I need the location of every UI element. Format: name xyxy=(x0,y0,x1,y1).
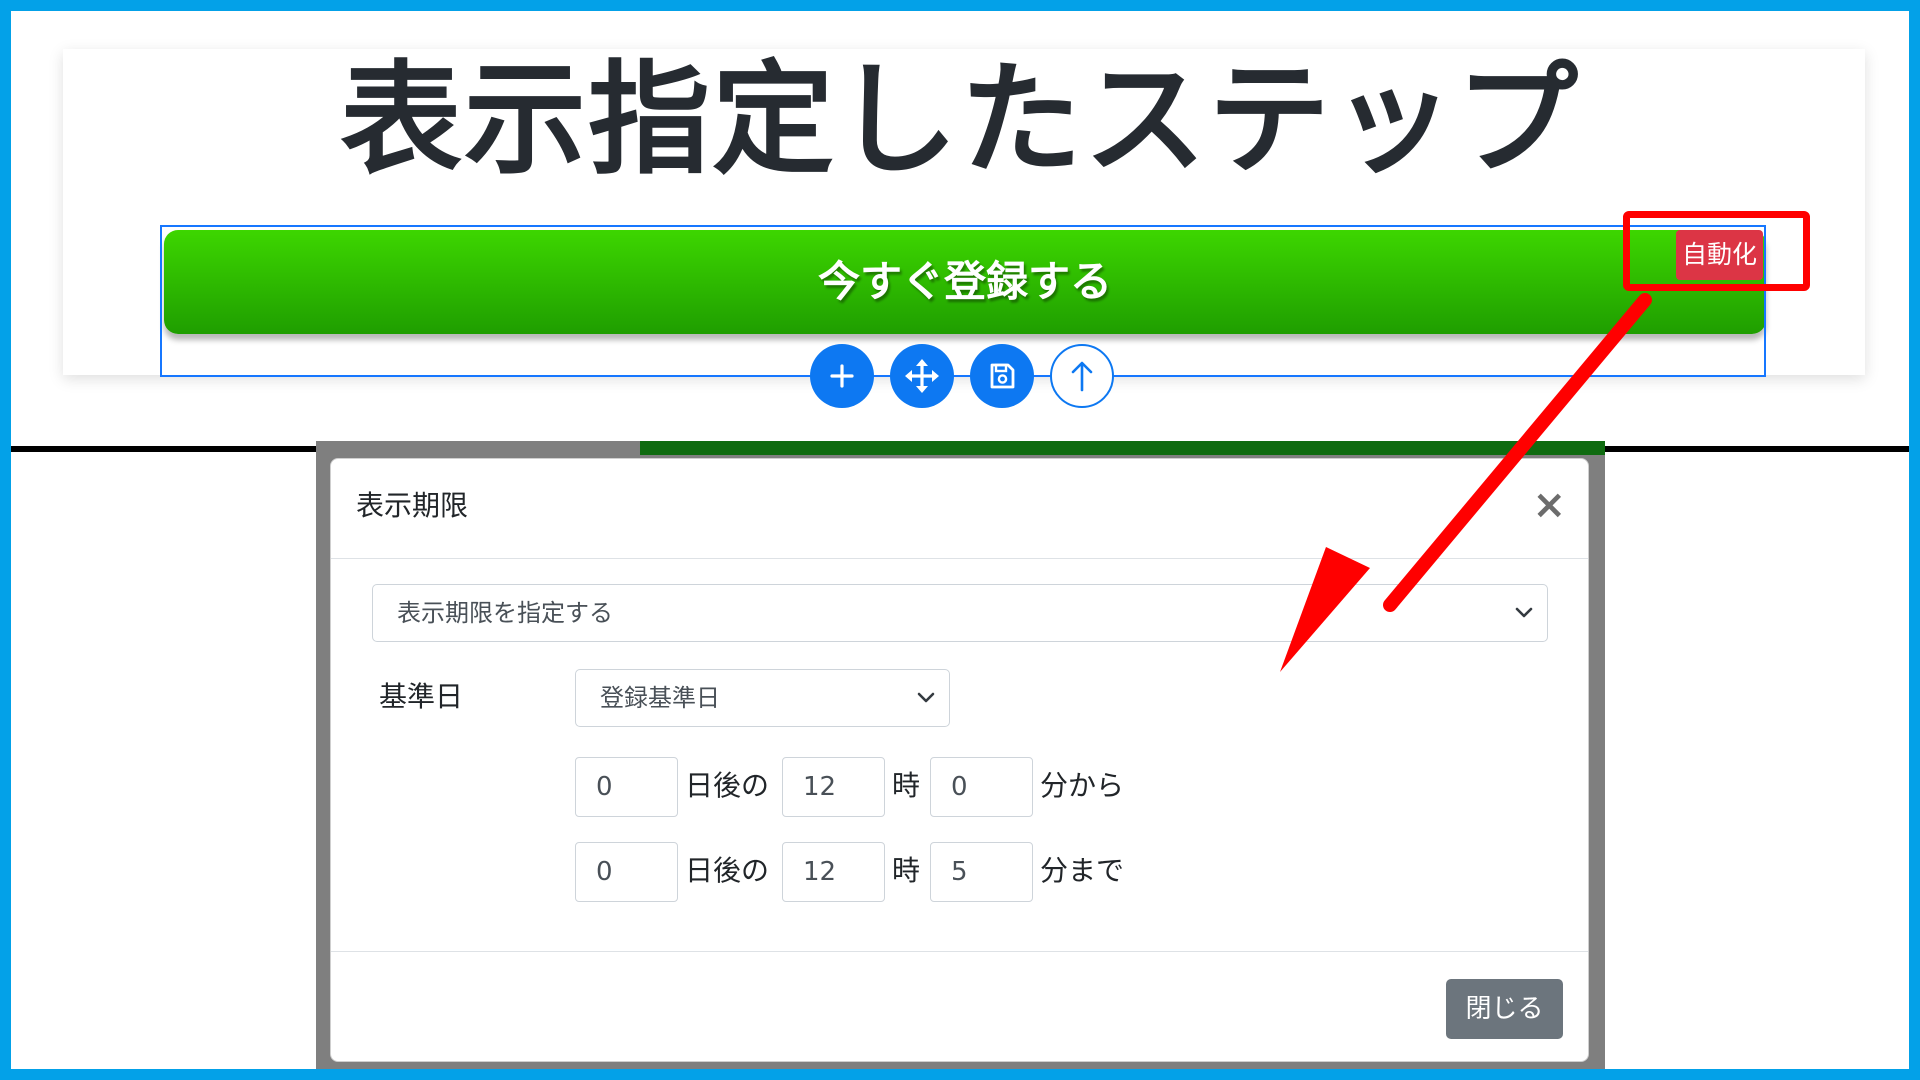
chevron-down-icon xyxy=(1515,607,1533,618)
move-arrows-icon xyxy=(905,359,939,393)
base-date-select[interactable]: 登録基準日 xyxy=(575,669,950,727)
from-minute-input[interactable]: 0 xyxy=(930,757,1033,817)
to-days-input[interactable]: 0 xyxy=(575,842,678,902)
to-minute-input[interactable]: 5 xyxy=(930,842,1033,902)
from-days-input[interactable]: 0 xyxy=(575,757,678,817)
to-hour-suffix: 時 xyxy=(892,854,921,887)
add-element-button[interactable] xyxy=(810,344,874,408)
chevron-down-icon xyxy=(917,692,935,703)
background-button-strip xyxy=(640,441,1605,455)
from-days-suffix: 日後の xyxy=(685,769,770,802)
page-headline: 表示指定したステップ xyxy=(340,49,1580,191)
modal-header: 表示期限 × xyxy=(331,459,1588,559)
plus-icon xyxy=(830,364,854,388)
close-modal-button[interactable]: 閉じる xyxy=(1446,979,1563,1039)
from-hour-input[interactable]: 12 xyxy=(782,757,885,817)
base-date-value: 登録基準日 xyxy=(600,684,720,712)
display-period-modal: 表示期限 × 表示期限を指定する 基準日 登録基準日 0 日後の 12 時 0 … xyxy=(330,458,1589,1062)
base-date-label: 基準日 xyxy=(379,680,464,713)
display-period-mode-value: 表示期限を指定する xyxy=(397,599,613,627)
floppy-disk-icon xyxy=(990,363,1015,389)
to-minute-suffix: 分まで xyxy=(1040,854,1125,887)
to-hour-input[interactable]: 12 xyxy=(782,842,885,902)
from-minute-suffix: 分から xyxy=(1040,769,1125,802)
move-element-button[interactable] xyxy=(890,344,954,408)
display-period-mode-select[interactable]: 表示期限を指定する xyxy=(372,584,1548,642)
modal-title: 表示期限 xyxy=(356,489,469,522)
move-up-button[interactable] xyxy=(1050,344,1114,408)
close-icon[interactable]: × xyxy=(1532,483,1566,527)
modal-footer-divider xyxy=(331,951,1588,952)
from-hour-suffix: 時 xyxy=(892,769,921,802)
arrow-up-icon xyxy=(1071,361,1093,392)
to-days-suffix: 日後の xyxy=(685,854,770,887)
selected-element-outline xyxy=(160,225,1766,377)
save-element-button[interactable] xyxy=(970,344,1034,408)
badge-highlight-box xyxy=(1623,211,1810,291)
